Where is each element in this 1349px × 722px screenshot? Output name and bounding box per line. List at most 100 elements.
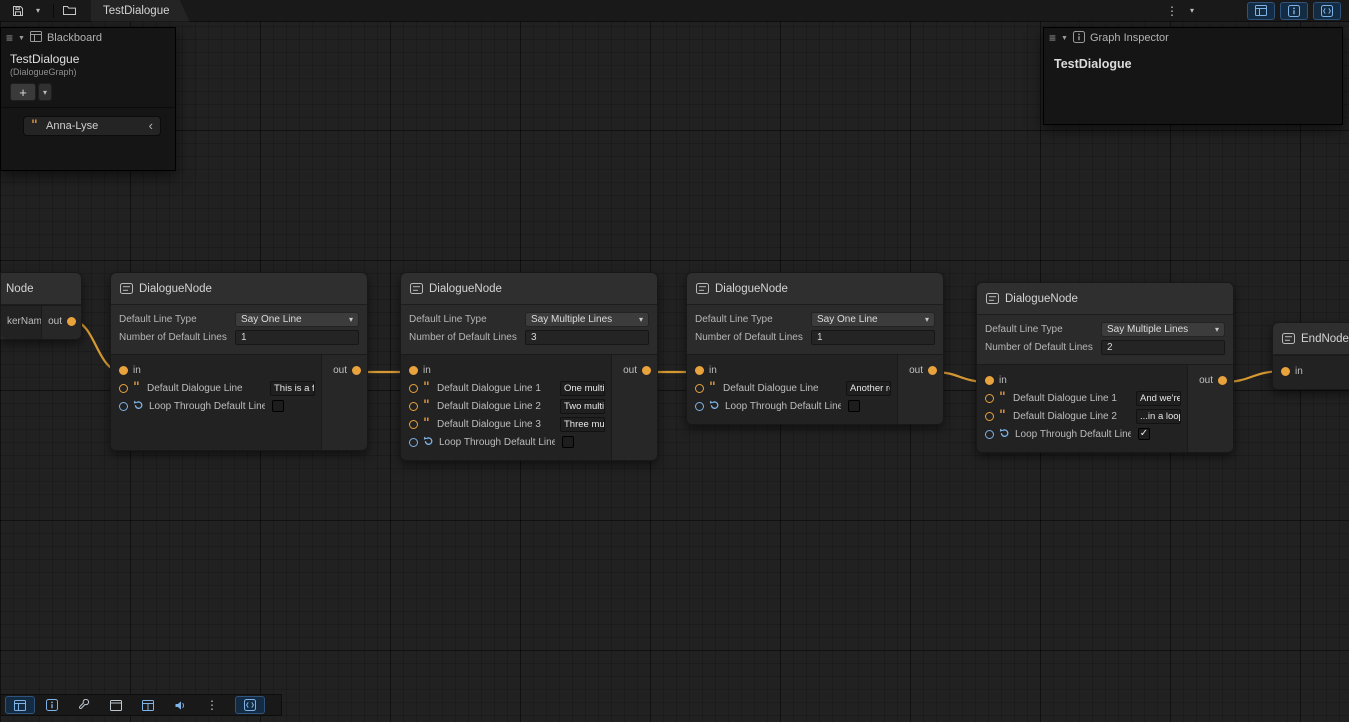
graph-inspector-panel[interactable]: ≡ ▼ Graph Inspector TestDialogue <box>1043 27 1343 125</box>
blackboard-icon[interactable] <box>5 696 35 714</box>
node-title: DialogueNode <box>715 283 788 295</box>
node-title: DialogueNode <box>429 283 502 295</box>
blackboard-field-name: Anna-Lyse <box>46 120 143 132</box>
breadcrumb-tab[interactable]: TestDialogue <box>91 0 189 22</box>
node-title-bar[interactable]: DialogueNode <box>977 283 1233 315</box>
node-title-bar[interactable]: Node <box>1 273 81 305</box>
dialogue-node-icon <box>986 293 999 304</box>
in-port[interactable] <box>409 366 418 375</box>
prop-label: Number of Default Lines <box>985 342 1101 353</box>
collapse-arrow-icon[interactable]: ▼ <box>1061 35 1068 42</box>
dropdown-value: Say One Line <box>241 314 302 325</box>
dialogue-node-3[interactable]: DialogueNode Default Line Type Say One L… <box>686 272 944 425</box>
num-default-lines-field[interactable]: 3 <box>525 330 649 345</box>
node-title-bar[interactable]: DialogueNode <box>401 273 657 305</box>
in-port[interactable] <box>1281 367 1290 376</box>
code-icon[interactable] <box>235 696 265 714</box>
in-port-label: in <box>1295 366 1303 377</box>
num-default-lines-field[interactable]: 2 <box>1101 340 1225 355</box>
loop-port[interactable] <box>985 430 994 439</box>
hamburger-icon[interactable]: ≡ <box>6 31 13 45</box>
blackboard-toggle-button[interactable] <box>1247 2 1275 20</box>
dialogue-node-2[interactable]: DialogueNode Default Line Type Say Multi… <box>400 272 658 461</box>
blackboard-panel[interactable]: ≡ ▼ Blackboard TestDialogue (DialogueGra… <box>0 27 176 171</box>
dialogue-line-field[interactable]: And we're... <box>1136 391 1181 406</box>
loop-icon <box>999 428 1010 441</box>
loop-port[interactable] <box>695 402 704 411</box>
inspector-header[interactable]: ≡ ▼ Graph Inspector <box>1044 28 1342 48</box>
dropdown-caret[interactable]: ▾ <box>1183 2 1201 20</box>
node-title: EndNode <box>1301 333 1349 345</box>
loop-port[interactable] <box>119 402 128 411</box>
port-label: Default Dialogue Line <box>723 383 839 394</box>
num-default-lines-field[interactable]: 1 <box>811 330 935 345</box>
audio-icon[interactable] <box>165 696 195 714</box>
node-title-bar[interactable]: DialogueNode <box>111 273 367 305</box>
out-port[interactable] <box>67 317 76 326</box>
out-port[interactable] <box>1218 376 1227 385</box>
out-port[interactable] <box>352 366 361 375</box>
dialogue-node-1[interactable]: DialogueNode Default Line Type Say One L… <box>110 272 368 451</box>
kebab-menu-icon[interactable]: ⋮ <box>197 696 227 714</box>
hamburger-icon[interactable]: ≡ <box>1049 31 1056 45</box>
end-node[interactable]: EndNode in <box>1272 322 1349 390</box>
dialogue-line-field[interactable]: Three multili <box>560 417 605 432</box>
in-port[interactable] <box>985 376 994 385</box>
out-port-label: out <box>1199 375 1213 386</box>
loop-checkbox[interactable]: ✓ <box>1138 428 1150 440</box>
string-icon: " <box>133 384 142 392</box>
save-dropdown-caret[interactable]: ▾ <box>29 2 47 20</box>
dialogue-line-port[interactable] <box>409 420 418 429</box>
in-port[interactable] <box>119 366 128 375</box>
dialogue-line-port[interactable] <box>409 384 418 393</box>
dialogue-line-port[interactable] <box>695 384 704 393</box>
loop-checkbox[interactable] <box>562 436 574 448</box>
loop-port[interactable] <box>409 438 418 447</box>
dialogue-line-port[interactable] <box>409 402 418 411</box>
add-property-button[interactable]: + <box>10 83 36 101</box>
field-expander-icon[interactable]: ‹ <box>149 120 153 132</box>
kebab-menu-icon[interactable]: ⋮ <box>1163 2 1181 20</box>
save-button[interactable] <box>9 2 27 20</box>
out-port[interactable] <box>928 366 937 375</box>
num-default-lines-field[interactable]: 1 <box>235 330 359 345</box>
out-port[interactable] <box>642 366 651 375</box>
frame-icon[interactable] <box>101 696 131 714</box>
blackboard-field[interactable]: " Anna-Lyse ‹ <box>23 116 161 136</box>
dialogue-line-field[interactable]: Another regu <box>846 381 891 396</box>
loop-checkbox[interactable] <box>848 400 860 412</box>
dialogue-line-port[interactable] <box>119 384 128 393</box>
table-icon[interactable] <box>133 696 163 714</box>
port-label: Default Dialogue Line 2 <box>437 401 553 412</box>
tools-icon[interactable] <box>69 696 99 714</box>
inspector-toggle-button[interactable] <box>1280 2 1308 20</box>
dialogue-node-4[interactable]: DialogueNode Default Line Type Say Multi… <box>976 282 1234 453</box>
dialogue-line-field[interactable]: Two multiline <box>560 399 605 414</box>
in-port[interactable] <box>695 366 704 375</box>
dialogue-line-port[interactable] <box>985 412 994 421</box>
collapse-arrow-icon[interactable]: ▼ <box>18 35 25 42</box>
chevron-down-icon: ▾ <box>639 315 643 324</box>
dialogue-line-port[interactable] <box>985 394 994 403</box>
port-label: Default Dialogue Line 1 <box>437 383 553 394</box>
loop-icon <box>133 400 144 413</box>
line-type-dropdown[interactable]: Say Multiple Lines ▾ <box>525 312 649 327</box>
line-type-dropdown[interactable]: Say One Line ▾ <box>811 312 935 327</box>
line-type-dropdown[interactable]: Say One Line ▾ <box>235 312 359 327</box>
node-title-bar[interactable]: EndNode <box>1273 323 1349 355</box>
loop-checkbox[interactable] <box>272 400 284 412</box>
end-node-icon <box>1282 333 1295 344</box>
blackboard-header[interactable]: ≡ ▼ Blackboard <box>1 28 175 48</box>
add-property-caret[interactable]: ▾ <box>38 83 52 101</box>
chevron-down-icon: ▾ <box>349 315 353 324</box>
prop-label: Default Line Type <box>119 314 235 325</box>
dialogue-line-field[interactable]: One multiline <box>560 381 605 396</box>
speaker-node-partial[interactable]: Node kerName out <box>0 272 82 340</box>
folder-button[interactable] <box>60 2 78 20</box>
code-toggle-button[interactable] <box>1313 2 1341 20</box>
node-title-bar[interactable]: DialogueNode <box>687 273 943 305</box>
info-icon[interactable] <box>37 696 67 714</box>
dialogue-line-field[interactable]: ...in a loop <box>1136 409 1181 424</box>
dialogue-line-field[interactable]: This is a first <box>270 381 315 396</box>
line-type-dropdown[interactable]: Say Multiple Lines ▾ <box>1101 322 1225 337</box>
